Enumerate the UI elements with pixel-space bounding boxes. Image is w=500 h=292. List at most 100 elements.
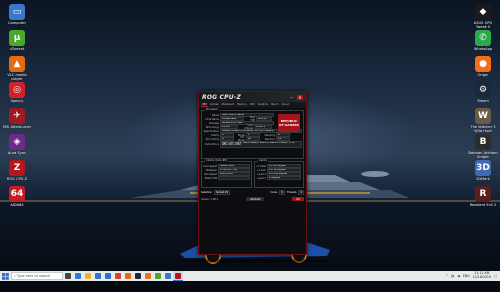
l3-value: 9 MBytes — [267, 175, 301, 181]
file-explorer-icon — [85, 273, 91, 279]
desktop-shortcut-afterburner[interactable]: ✈ MSI Afterburner — [2, 108, 32, 129]
desktop-shortcut-3dmark[interactable]: 3D 3DMark — [468, 160, 498, 181]
l1d-label: L1 Data — [256, 164, 266, 168]
search-icon: ⌕ — [14, 274, 16, 278]
clock[interactable]: 11:12 AM 12/16/2019 — [473, 272, 491, 279]
desktop-shortcut-label: The Witcher 3 Wild Hunt — [470, 125, 496, 134]
taskbar-vlc-button[interactable] — [123, 271, 133, 281]
desktop-shortcut-whatsapp[interactable]: ✆ WhatsApp — [468, 30, 498, 51]
desktop-shortcut-aida64[interactable]: 64 AIDA64 — [2, 186, 32, 207]
desktop-shortcut-steam[interactable]: ⚙ Steam — [468, 82, 498, 103]
taskbar-search-box[interactable]: ⌕ Type here to search — [11, 272, 63, 280]
desktop-shortcut-origin[interactable]: ● Origin — [468, 56, 498, 77]
taskbar-chrome-button[interactable] — [113, 271, 123, 281]
language-indicator[interactable]: ENG — [463, 274, 470, 278]
cpuz-window[interactable]: ROG CPU-Z — ✕ CPU Caches Mainboard Memory SP… — [198, 91, 307, 255]
selection-dropdown[interactable]: Socket #1 — [214, 190, 231, 195]
rog-cpuz-icon — [175, 272, 181, 279]
notification-icon[interactable]: ▢ — [494, 274, 497, 278]
chevron-up-icon[interactable]: ^ — [446, 274, 449, 278]
rog-cpuz-icon: Z — [9, 160, 25, 176]
corespeed-label: Core Speed — [203, 164, 217, 168]
3dmark-icon: 3D — [475, 160, 491, 176]
network-icon[interactable]: ▤ — [451, 274, 454, 278]
desktop-shortcut-rog-cpuz[interactable]: Z ROG CPU-Z — [2, 160, 32, 181]
taskbar-photos-button[interactable] — [163, 271, 173, 281]
cpuz-titlebar[interactable]: ROG CPU-Z — ✕ — [199, 92, 306, 102]
ratedfsb-row: Rated FSB — [203, 175, 250, 181]
aura-icon: ◈ — [9, 134, 25, 150]
package-label: Package — [209, 121, 219, 125]
desktop-shortcut-computer[interactable]: ▭ Computer — [2, 4, 32, 25]
desktop-shortcut-label: Batman Arkham Knight — [468, 151, 498, 160]
desktop-shortcut-label: WhatsApp — [473, 47, 493, 51]
desktop-shortcut-label: VLC media player — [7, 73, 27, 82]
tab-spd[interactable]: SPD — [249, 103, 256, 107]
ratedfsb-value — [218, 175, 250, 181]
desktop-shortcut-batman[interactable]: B Batman Arkham Knight — [468, 134, 498, 160]
taskbar-apps — [63, 271, 183, 281]
desktop-shortcut-aura[interactable]: ◈ Aura Sync — [2, 134, 32, 155]
cpuz-statusbar: Version 1.88.1 Validate OK — [201, 197, 304, 201]
instructions-label: Instructions — [204, 142, 219, 146]
version-label: Version 1.88.1 — [201, 197, 219, 201]
name-label: Name — [211, 113, 219, 117]
ok-button[interactable]: OK — [292, 197, 304, 201]
taskbar-rog-cpuz-button[interactable] — [173, 271, 183, 281]
tab-bench[interactable]: Bench — [270, 103, 279, 107]
taskbar-steam-button[interactable] — [133, 271, 143, 281]
clocks-group: Clocks (Core #0) Core Speed 3900.4 MHz Mu… — [201, 159, 252, 188]
speccy-icon: ◎ — [9, 82, 25, 98]
taskbar-file-explorer-button[interactable] — [83, 271, 93, 281]
desktop-shortcut-vlc[interactable]: ▲ VLC media player — [2, 56, 32, 82]
start-button[interactable] — [0, 271, 10, 281]
clocks-legend: Clocks (Core #0) — [205, 159, 229, 162]
tab-memory[interactable]: Memory — [236, 103, 248, 107]
cache-group: Cache L1 Data 6 x 32 KBytes L1 Inst. 6 x 3… — [254, 159, 304, 188]
desktop-shortcut-label: uTorrent — [9, 47, 25, 51]
steam-icon — [135, 273, 141, 279]
cpuz-title: ROG CPU-Z — [202, 93, 242, 101]
whatsapp-icon: ✆ — [475, 30, 491, 46]
taskbar-utorrent-button[interactable] — [153, 271, 163, 281]
taskbar-origin-button[interactable] — [143, 271, 153, 281]
desktop-shortcut-re2[interactable]: R Resident Evil 2 — [468, 186, 498, 207]
tab-graphics[interactable]: Graphics — [257, 103, 270, 107]
rog-badge-text: REPUBLIC OF GAMERS — [279, 119, 299, 127]
desktop-shortcut-label: ROG CPU-Z — [6, 177, 28, 181]
processor-group: Processor REPUBLIC OF GAMERS Name Intel C… — [201, 108, 304, 159]
cores-label: Cores — [270, 191, 278, 194]
desktop-shortcut-label: Resident Evil 2 — [469, 203, 497, 207]
desktop-shortcut-label: ASUS GPU Tweak II — [473, 21, 493, 30]
technology-label: Technology — [205, 125, 219, 129]
store-icon — [95, 273, 101, 279]
desktop-shortcut-label: Speccy — [10, 99, 24, 103]
desktop-shortcut-gpu-tweak[interactable]: ◆ ASUS GPU Tweak II — [468, 4, 498, 30]
mail-icon — [105, 273, 111, 279]
desktop-shortcut-witcher[interactable]: W The Witcher 3 Wild Hunt — [468, 108, 498, 134]
volume-icon[interactable]: ◀ — [457, 274, 459, 278]
close-icon[interactable]: ✕ — [297, 94, 303, 100]
tab-about[interactable]: About — [281, 103, 290, 107]
minimize-icon[interactable]: — — [289, 95, 295, 100]
tab-cpu[interactable]: CPU — [201, 103, 208, 107]
l1i-label: L1 Inst. — [257, 168, 266, 172]
cores-value: 6 — [279, 190, 285, 195]
desktop-shortcut-speccy[interactable]: ◎ Speccy — [2, 82, 32, 103]
desktop-shortcut-utorrent[interactable]: µ uTorrent — [2, 30, 32, 51]
taskbar-edge-button[interactable] — [73, 271, 83, 281]
threads-value: 6 — [298, 190, 304, 195]
clock-date: 12/16/2019 — [472, 275, 491, 279]
taskbar-mail-button[interactable] — [103, 271, 113, 281]
instructions-value: MMX, SSE, SSE2, SSE3, SSSE3, SSE4.1, SSE… — [220, 140, 302, 148]
tab-mainboard[interactable]: Mainboard — [221, 103, 236, 107]
steam-icon: ⚙ — [475, 82, 491, 98]
tab-caches[interactable]: Caches — [209, 103, 220, 107]
validate-button[interactable]: Validate — [245, 197, 265, 201]
taskbar-store-button[interactable] — [93, 271, 103, 281]
taskbar-task-view-button[interactable] — [63, 271, 73, 281]
desktop-shortcut-label: AIDA64 — [10, 203, 24, 207]
l3-label: Level 3 — [257, 176, 266, 180]
desktop-shortcut-label: Origin — [477, 73, 489, 77]
clocks-cache-row: Clocks (Core #0) Core Speed 3900.4 MHz Mu… — [201, 159, 304, 188]
